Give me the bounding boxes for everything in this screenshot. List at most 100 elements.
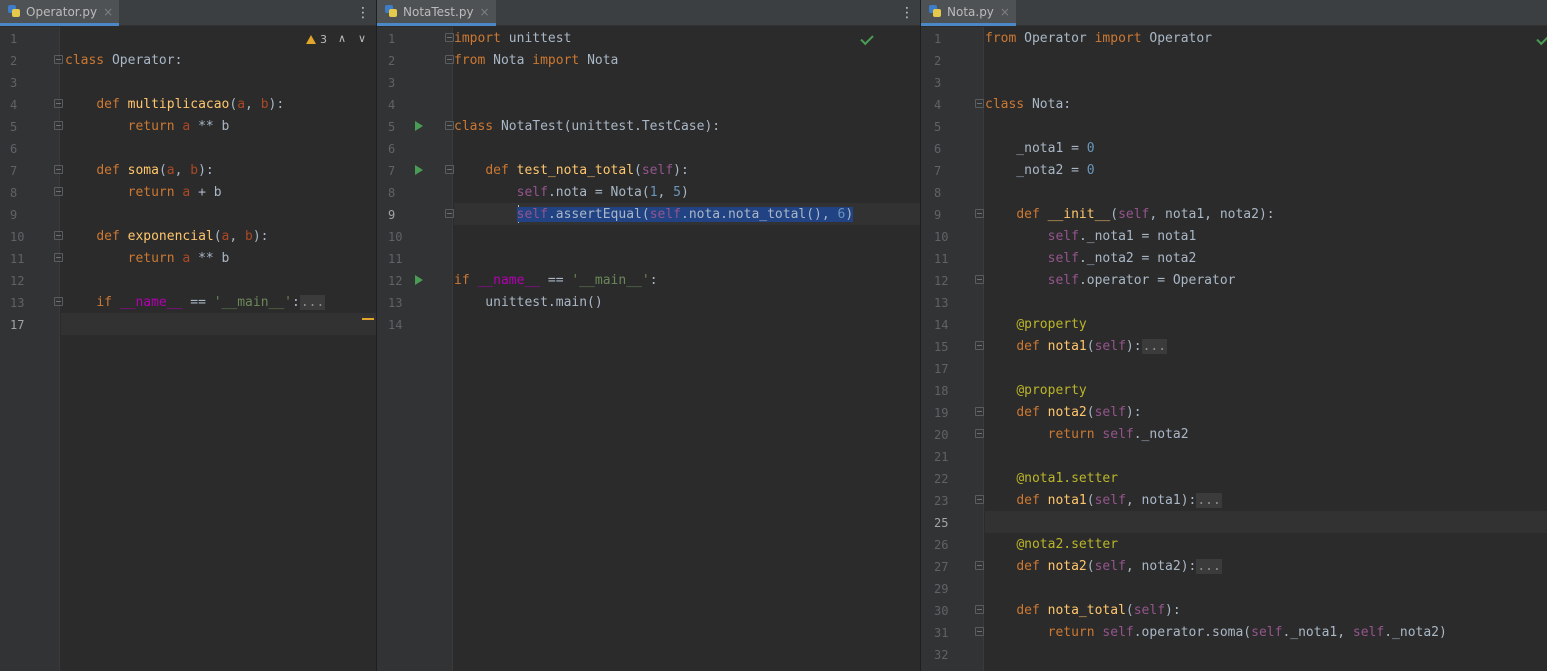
warning-stripe-marker[interactable]: [362, 318, 374, 320]
fold-icon[interactable]: [445, 55, 454, 64]
code-line[interactable]: [65, 28, 376, 50]
fold-icon[interactable]: [975, 209, 984, 218]
code-line[interactable]: import unittest: [454, 28, 920, 50]
code-line[interactable]: def nota2(self):: [985, 402, 1547, 424]
code-line[interactable]: @nota1.setter: [985, 468, 1547, 490]
run-icon[interactable]: [415, 165, 423, 175]
code-line[interactable]: [985, 182, 1547, 204]
selected-text[interactable]: self.assertEqual(self.nota.nota_total(),…: [516, 207, 854, 222]
previous-highlight-icon[interactable]: ∧: [338, 32, 346, 45]
code-line[interactable]: [65, 270, 376, 292]
code-line[interactable]: def soma(a, b):: [65, 160, 376, 182]
code-line[interactable]: [65, 204, 376, 226]
run-icon[interactable]: [415, 275, 423, 285]
code-line[interactable]: def test_nota_total(self):: [454, 160, 920, 182]
code-line[interactable]: unittest.main(): [454, 292, 920, 314]
fold-icon[interactable]: [975, 561, 984, 570]
fold-icon[interactable]: [445, 33, 454, 42]
code-line[interactable]: return a ** b: [65, 116, 376, 138]
code-line[interactable]: [985, 644, 1547, 666]
code-line[interactable]: _nota1 = 0: [985, 138, 1547, 160]
code-line[interactable]: def nota1(self):...: [985, 336, 1547, 358]
tab-nota-py[interactable]: Nota.py ×: [921, 0, 1016, 26]
tab-bar: Nota.py ×: [921, 0, 1547, 26]
code-line[interactable]: return a + b: [65, 182, 376, 204]
code-line[interactable]: def nota_total(self):: [985, 600, 1547, 622]
code-line[interactable]: _nota2 = 0: [985, 160, 1547, 182]
fold-icon[interactable]: [975, 627, 984, 636]
code-line[interactable]: class Operator:: [65, 50, 376, 72]
code-line[interactable]: [985, 446, 1547, 468]
fold-icon[interactable]: [975, 605, 984, 614]
code-line[interactable]: [985, 72, 1547, 94]
code-line[interactable]: def multiplicacao(a, b):: [65, 94, 376, 116]
fold-icon[interactable]: [975, 341, 984, 350]
code-line[interactable]: class NotaTest(unittest.TestCase):: [454, 116, 920, 138]
run-icon[interactable]: [415, 121, 423, 131]
code-line[interactable]: self.operator = Operator: [985, 270, 1547, 292]
code-line[interactable]: self._nota1 = nota1: [985, 226, 1547, 248]
more-vert-icon[interactable]: ⋮: [894, 0, 920, 26]
fold-icon[interactable]: [975, 275, 984, 284]
line-number: 32: [934, 648, 949, 662]
code-line[interactable]: [985, 358, 1547, 380]
close-icon[interactable]: ×: [103, 5, 113, 19]
line-number: 5: [388, 120, 396, 134]
code-line[interactable]: if __name__ == '__main__':...: [65, 292, 376, 314]
code-line[interactable]: def nota2(self, nota2):...: [985, 556, 1547, 578]
next-highlight-icon[interactable]: ∨: [358, 32, 366, 45]
code-line[interactable]: self.nota = Nota(1, 5): [454, 182, 920, 204]
code-line[interactable]: return self._nota2: [985, 424, 1547, 446]
tab-operator-py[interactable]: Operator.py ×: [0, 0, 120, 26]
fold-icon[interactable]: [975, 407, 984, 416]
code-line[interactable]: from Operator import Operator: [985, 28, 1547, 50]
gutter[interactable]: [0, 27, 63, 671]
code-line[interactable]: [65, 72, 376, 94]
fold-icon[interactable]: [445, 209, 454, 218]
close-icon[interactable]: ×: [1000, 5, 1010, 19]
code-line[interactable]: if __name__ == '__main__':: [454, 270, 920, 292]
code-line[interactable]: [454, 226, 920, 248]
code-line[interactable]: self._nota2 = nota2: [985, 248, 1547, 270]
code-line[interactable]: [454, 94, 920, 116]
fold-icon[interactable]: [975, 429, 984, 438]
fold-icon[interactable]: [445, 165, 454, 174]
code-line[interactable]: @property: [985, 380, 1547, 402]
code-line[interactable]: [985, 512, 1547, 534]
code-line[interactable]: return self.operator.soma(self._nota1, s…: [985, 622, 1547, 644]
close-icon[interactable]: ×: [480, 5, 490, 19]
code-line[interactable]: def nota1(self, nota1):...: [985, 490, 1547, 512]
code-line[interactable]: [65, 314, 376, 336]
tab-notatest-py[interactable]: NotaTest.py ×: [377, 0, 496, 26]
fold-icon[interactable]: [975, 99, 984, 108]
code-area[interactable]: import unittest from Nota import Nota clas…: [454, 27, 920, 671]
code-line[interactable]: [985, 50, 1547, 72]
line-number: 6: [10, 142, 18, 156]
code-line[interactable]: [454, 138, 920, 160]
gutter[interactable]: [921, 27, 984, 671]
code-line[interactable]: def exponencial(a, b):: [65, 226, 376, 248]
code-area[interactable]: from Operator import Operator class Nota:…: [985, 27, 1547, 671]
line-number: 5: [10, 120, 18, 134]
code-line[interactable]: [65, 138, 376, 160]
code-line[interactable]: [985, 292, 1547, 314]
code-line[interactable]: self.assertEqual(self.nota.nota_total(),…: [454, 204, 920, 226]
inspection-widget[interactable]: 3: [306, 33, 327, 46]
code-line[interactable]: class Nota:: [985, 94, 1547, 116]
code-area[interactable]: class Operator: def multiplicacao(a, b):…: [61, 27, 376, 671]
more-vert-icon[interactable]: ⋮: [350, 0, 376, 26]
code-line[interactable]: [985, 578, 1547, 600]
code-line[interactable]: [454, 248, 920, 270]
code-line[interactable]: [454, 314, 920, 336]
code-line[interactable]: def __init__(self, nota1, nota2):: [985, 204, 1547, 226]
fold-icon[interactable]: [445, 121, 454, 130]
code-line[interactable]: return a ** b: [65, 248, 376, 270]
fold-icon[interactable]: [975, 495, 984, 504]
code-line[interactable]: [454, 72, 920, 94]
code-line[interactable]: @nota2.setter: [985, 534, 1547, 556]
line-number: 12: [10, 274, 25, 288]
code-line[interactable]: from Nota import Nota: [454, 50, 920, 72]
code-line[interactable]: @property: [985, 314, 1547, 336]
line-number: 7: [388, 164, 396, 178]
code-line[interactable]: [985, 116, 1547, 138]
